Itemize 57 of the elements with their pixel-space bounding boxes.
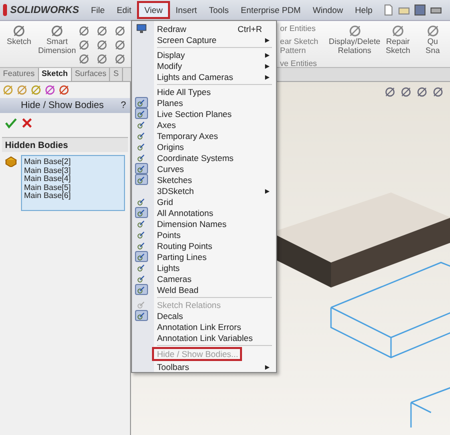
menu-item[interactable]: Temporary Axes [132, 130, 276, 141]
menu-bar-item[interactable]: Insert [170, 2, 203, 18]
help-icon[interactable]: ? [120, 100, 126, 111]
menu-item[interactable]: Grid [132, 196, 276, 207]
ribbon-label[interactable]: ve Entities [280, 59, 329, 68]
menu-bar-item[interactable]: Help [348, 2, 378, 18]
menu-item[interactable]: Parting Lines [132, 251, 276, 262]
menu-bar-item[interactable]: Edit [110, 2, 138, 18]
ribbon-label[interactable]: or Entities [280, 24, 329, 33]
ribbon-button[interactable]: Sketch [0, 21, 38, 67]
menu-item[interactable]: Routing Points [132, 240, 276, 251]
menu-bar-item[interactable]: Enterprise PDM [234, 2, 307, 18]
ribbon-label[interactable]: ear Sketch Pattern [280, 37, 329, 55]
menu-item[interactable]: Decals [132, 310, 276, 321]
menu-bar-item[interactable]: File [85, 2, 111, 18]
menu-item[interactable]: Axes [132, 119, 276, 130]
group-title: Hidden Bodies [2, 138, 128, 152]
menu-item[interactable]: Redraw Ctrl+R [132, 23, 276, 34]
menu-item[interactable]: All Annotations [132, 207, 276, 218]
menu-item[interactable]: Curves [132, 163, 276, 174]
close-icon[interactable] [21, 117, 33, 129]
ribbon-button[interactable]: Display/Delete Relations [328, 21, 381, 67]
body-icon [5, 155, 17, 167]
list-item[interactable]: Main Base[4] [24, 175, 122, 184]
checkmark-icon[interactable] [5, 117, 17, 129]
menu-item[interactable]: Annotation Link Errors [132, 321, 276, 332]
ribbon-button[interactable]: Smart Dimension [38, 21, 76, 67]
app-logo: SOLIDWORKS [10, 4, 79, 16]
list-item[interactable]: Main Base[3] [24, 166, 122, 175]
list-item[interactable]: Main Base[2] [24, 158, 122, 166]
menu-item[interactable]: Sketches [132, 174, 276, 185]
menu-item[interactable]: Lights [132, 262, 276, 273]
menu-item[interactable]: Live Section Planes [132, 108, 276, 119]
menu-item[interactable]: Points [132, 229, 276, 240]
new-document-icon[interactable] [382, 4, 394, 16]
list-item[interactable]: Main Base[6] [24, 192, 122, 200]
menu-bar-item[interactable]: Window [306, 2, 349, 18]
menu-item[interactable]: Coordinate Systems [132, 152, 276, 163]
monitor-icon [135, 23, 148, 34]
menu-item[interactable]: Dimension Names [132, 218, 276, 229]
panel-title: Hide / Show Bodies [20, 100, 105, 111]
menu-bar-item[interactable]: Tools [202, 2, 235, 18]
logo-icon [3, 4, 8, 16]
menu-item[interactable]: Hide All Types [132, 86, 276, 97]
menu-item[interactable]: Annotation Link Variables [132, 332, 276, 343]
tab[interactable]: Sketch [38, 68, 72, 81]
menu-item[interactable]: Weld Bead [132, 284, 276, 295]
menu-item[interactable]: Cameras [132, 273, 276, 284]
menu-bar-item[interactable]: View [137, 1, 170, 19]
tab[interactable]: S [110, 68, 123, 81]
menu-item[interactable]: Origins [132, 141, 276, 152]
ribbon-button[interactable]: Repair Sketch [380, 21, 416, 67]
bodies-list[interactable]: Main Base[2] Main Base[3] Main Base[4] Main Base[5] Main Base[6] [21, 155, 125, 211]
tab[interactable]: Surfaces [72, 68, 110, 81]
ribbon-button[interactable]: Qu Sna [415, 21, 450, 67]
menu-item[interactable]: Planes [132, 97, 276, 108]
list-item[interactable]: Main Base[5] [24, 184, 122, 192]
